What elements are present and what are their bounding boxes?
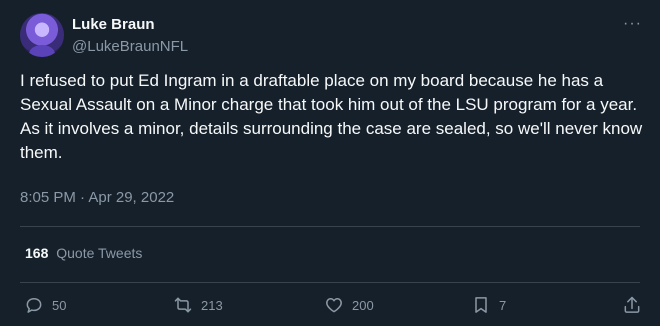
quote-count: 168 <box>25 245 49 261</box>
quote-label: Quote Tweets <box>56 245 143 261</box>
tweet-header: Luke Braun @LukeBraunNFL ··· <box>20 13 644 57</box>
share-button[interactable] <box>622 292 642 318</box>
more-icon[interactable]: ··· <box>623 16 642 32</box>
tweet-card: Luke Braun @LukeBraunNFL ··· I refused t… <box>0 0 660 326</box>
avatar[interactable] <box>20 13 64 57</box>
reply-count: 50 <box>52 297 67 313</box>
bookmark-count: 7 <box>499 297 507 313</box>
like-count: 200 <box>352 297 374 313</box>
like-button[interactable]: 200 <box>324 292 374 318</box>
reply-icon <box>26 298 42 313</box>
action-bar: 50 213 200 7 <box>20 292 644 318</box>
reply-button[interactable]: 50 <box>24 292 66 318</box>
author-display-name[interactable]: Luke Braun <box>72 16 188 34</box>
heart-icon <box>326 298 342 313</box>
divider <box>20 282 640 283</box>
quote-tweets-stat[interactable]: 168 Quote Tweets <box>25 245 142 261</box>
author-info: Luke Braun @LukeBraunNFL <box>72 16 188 56</box>
retweet-count: 213 <box>201 297 223 313</box>
retweet-button[interactable]: 213 <box>173 292 223 318</box>
divider <box>20 226 640 227</box>
bookmark-button[interactable]: 7 <box>471 292 506 318</box>
tweet-timestamp[interactable]: 8:05 PM · Apr 29, 2022 <box>20 189 174 206</box>
author-handle[interactable]: @LukeBraunNFL <box>72 38 188 56</box>
share-icon <box>624 296 640 313</box>
tweet-text: I refused to put Ed Ingram in a draftabl… <box>20 71 643 162</box>
bookmark-icon <box>475 297 487 313</box>
retweet-icon <box>174 297 192 313</box>
